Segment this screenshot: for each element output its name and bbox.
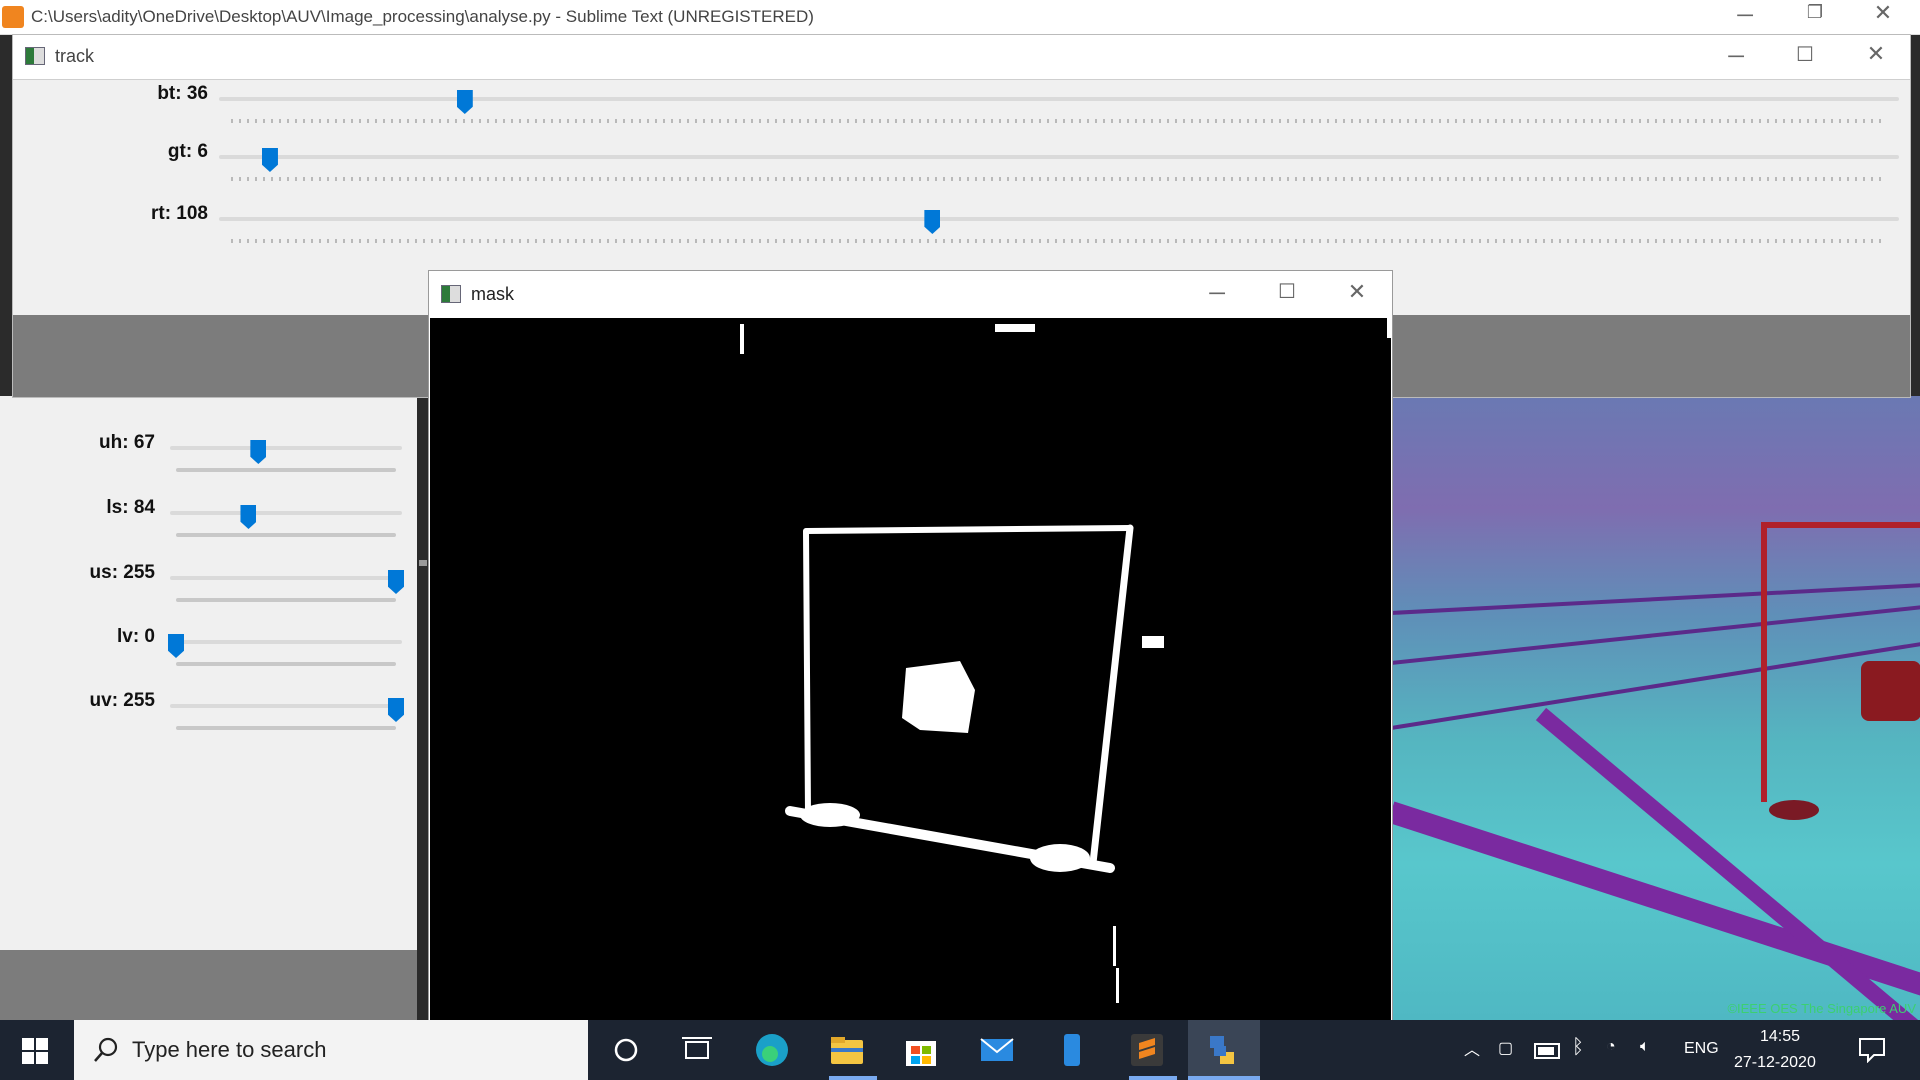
slider-row: us: 255 xyxy=(0,562,417,612)
sublime-logo-icon xyxy=(2,6,24,28)
search-icon xyxy=(92,1036,120,1069)
clock-date[interactable]: 27-12-2020 xyxy=(1734,1054,1816,1072)
slider-track[interactable] xyxy=(219,217,1899,221)
track-minimize-button[interactable]: ─ xyxy=(1721,43,1751,69)
opencv-window-icon xyxy=(25,47,45,65)
slider-row: gt: 6 xyxy=(13,141,1910,191)
windows-start-icon[interactable] xyxy=(22,1038,48,1069)
sublime-close-button[interactable]: ✕ xyxy=(1868,0,1898,26)
slider-thumb[interactable] xyxy=(924,210,941,234)
slider-track[interactable] xyxy=(170,576,402,580)
cortana-icon[interactable] xyxy=(608,1032,644,1068)
python-active-indicator xyxy=(1188,1076,1260,1080)
mask-title-bar: mask ─ ☐ ✕ xyxy=(429,271,1392,318)
sublime-restore-button[interactable]: ❐ xyxy=(1800,2,1830,23)
image-credit: ©IEEE OES The Singapore AUV xyxy=(1727,1001,1916,1016)
scrollbar-thumb[interactable] xyxy=(419,560,427,566)
slider-label: uh: 67 xyxy=(99,432,155,453)
mask-maximize-button[interactable]: ☐ xyxy=(1272,279,1302,304)
track-title-bar: track ─ ☐ ✕ xyxy=(13,35,1910,80)
show-hidden-icons-chevron-icon[interactable]: ︿ xyxy=(1464,1036,1480,1060)
slider-track[interactable] xyxy=(170,446,402,450)
edge-browser-icon[interactable] xyxy=(754,1032,790,1068)
slider-label: bt: 36 xyxy=(157,83,208,104)
track-close-button[interactable]: ✕ xyxy=(1861,41,1891,67)
slider-row: uh: 67 xyxy=(0,432,417,482)
bluetooth-icon[interactable]: ᛒ xyxy=(1572,1036,1584,1059)
slider-thumb[interactable] xyxy=(388,570,404,594)
mask-window: mask ─ ☐ ✕ xyxy=(428,270,1393,1022)
meet-now-icon[interactable]: ▢ xyxy=(1498,1038,1513,1058)
slider-thumb[interactable] xyxy=(261,148,278,172)
slider-track[interactable] xyxy=(219,155,1899,159)
notifications-icon[interactable] xyxy=(1858,1037,1886,1068)
explorer-active-indicator xyxy=(829,1076,877,1080)
search-placeholder: Type here to search xyxy=(132,1037,327,1062)
slider-row: rt: 108 xyxy=(13,203,1910,253)
slider-thumb[interactable] xyxy=(168,634,184,658)
phone-app-icon[interactable] xyxy=(1054,1032,1090,1068)
slider-tick-marks xyxy=(176,533,396,537)
slider-row: uv: 255 xyxy=(0,690,417,740)
mask-minimize-button[interactable]: ─ xyxy=(1202,280,1232,306)
taskbar-search-box[interactable]: Type here to search xyxy=(74,1020,588,1080)
slider-label: rt: 108 xyxy=(150,203,208,224)
sublime-text-taskbar-icon[interactable] xyxy=(1129,1032,1165,1068)
hsv-trackbar-panel: uh: 67 ls: 84 us: 255 lv: 0 uv: 255 xyxy=(0,396,417,1020)
mask-window-title: mask xyxy=(471,284,515,304)
slider-tick-marks xyxy=(176,662,396,666)
slider-tick-marks xyxy=(231,177,1887,181)
clock-time[interactable]: 14:55 xyxy=(1760,1028,1800,1046)
mask-close-button[interactable]: ✕ xyxy=(1342,279,1372,305)
mask-image xyxy=(430,318,1391,1021)
slider-row: bt: 36 xyxy=(13,83,1910,133)
sublime-minimize-button[interactable]: ─ xyxy=(1730,2,1760,28)
slider-label: lv: 0 xyxy=(116,626,155,647)
panel-footer xyxy=(0,950,417,1020)
slider-label: ls: 84 xyxy=(106,497,155,518)
microsoft-store-icon[interactable] xyxy=(903,1032,939,1068)
speaker-muted-icon[interactable]: 🔈︎ xyxy=(1640,1038,1650,1056)
track-window-title: track xyxy=(55,46,95,66)
python-taskbar-icon[interactable] xyxy=(1204,1032,1240,1068)
camera-frame-image: ©IEEE OES The Singapore AUV xyxy=(1391,396,1920,1020)
slider-label: us: 255 xyxy=(89,562,155,583)
slider-row: ls: 84 xyxy=(0,497,417,547)
track-maximize-button[interactable]: ☐ xyxy=(1790,42,1820,67)
slider-tick-marks xyxy=(231,119,1887,123)
wifi-icon[interactable]: ◔ xyxy=(1606,1038,1616,1056)
slider-tick-marks xyxy=(176,598,396,602)
slider-tick-marks xyxy=(176,726,396,730)
battery-icon[interactable] xyxy=(1534,1043,1560,1059)
slider-thumb[interactable] xyxy=(250,440,267,464)
slider-track[interactable] xyxy=(170,640,402,644)
taskbar: Type here to search ︿ ▢ ᛒ ◔ 🔈︎ ENG 14:55… xyxy=(0,1020,1920,1080)
mask-drawing xyxy=(740,318,1391,1003)
sublime-title-bar: C:\Users\adity\OneDrive\Desktop\AUV\Imag… xyxy=(0,0,1920,35)
slider-thumb[interactable] xyxy=(388,698,404,722)
file-explorer-icon[interactable] xyxy=(829,1032,865,1068)
task-view-icon[interactable] xyxy=(680,1032,716,1068)
slider-thumb[interactable] xyxy=(456,90,473,114)
slider-track[interactable] xyxy=(170,704,402,708)
sublime-window-title: C:\Users\adity\OneDrive\Desktop\AUV\Imag… xyxy=(31,7,814,26)
mail-icon[interactable] xyxy=(979,1032,1015,1068)
slider-tick-marks xyxy=(176,468,396,472)
opencv-window-icon xyxy=(441,285,461,303)
slider-thumb[interactable] xyxy=(240,505,257,529)
sublime-active-indicator xyxy=(1129,1076,1177,1080)
slider-track[interactable] xyxy=(170,511,402,515)
slider-tick-marks xyxy=(231,239,1887,243)
slider-label: gt: 6 xyxy=(167,141,208,162)
language-indicator[interactable]: ENG xyxy=(1684,1040,1719,1058)
slider-label: uv: 255 xyxy=(89,690,155,711)
slider-row: lv: 0 xyxy=(0,626,417,676)
